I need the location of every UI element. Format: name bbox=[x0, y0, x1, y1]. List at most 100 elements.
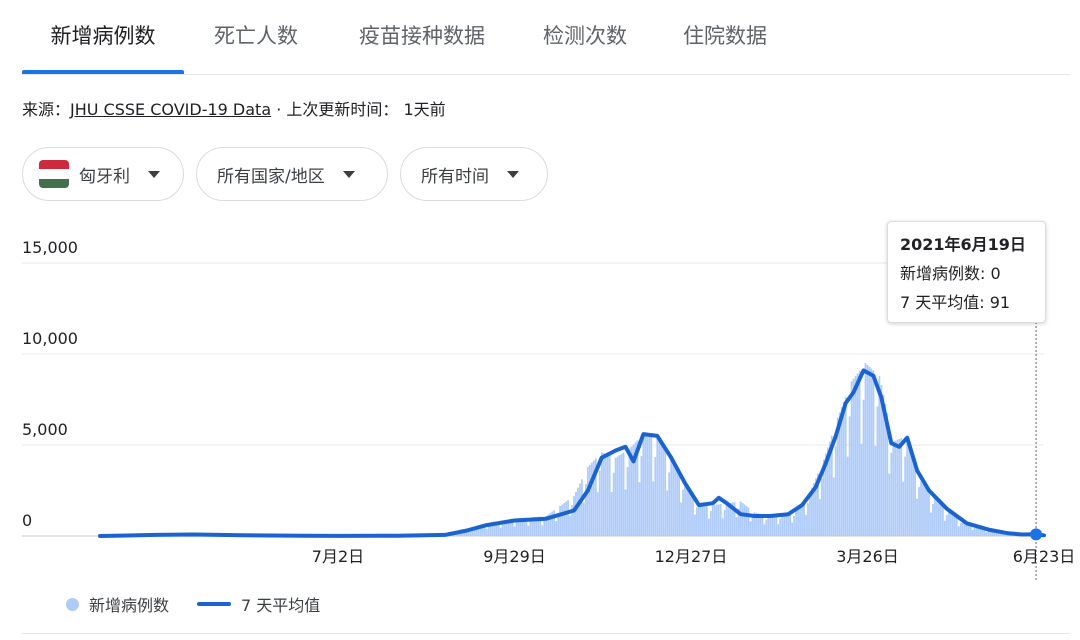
case-bar bbox=[650, 436, 653, 536]
case-bar bbox=[715, 504, 718, 536]
case-bar bbox=[703, 504, 706, 536]
case-bar bbox=[487, 525, 490, 536]
case-bar bbox=[906, 435, 909, 536]
case-bar bbox=[660, 443, 663, 536]
case-bar bbox=[608, 455, 611, 536]
case-bar bbox=[569, 515, 571, 536]
case-bar bbox=[624, 489, 627, 536]
case-bar bbox=[850, 381, 853, 536]
case-bar bbox=[662, 447, 665, 536]
case-bar bbox=[872, 370, 875, 536]
case-bar bbox=[555, 521, 558, 536]
case-bar bbox=[999, 533, 1002, 536]
case-bar bbox=[676, 468, 679, 536]
case-bar bbox=[739, 501, 742, 536]
divider bbox=[22, 633, 1070, 634]
case-bar bbox=[721, 518, 724, 536]
case-bar bbox=[844, 396, 847, 536]
case-bar bbox=[620, 453, 623, 536]
case-bar bbox=[848, 416, 851, 536]
case-bar bbox=[616, 456, 619, 536]
case-bar bbox=[499, 527, 502, 536]
case-bar bbox=[590, 462, 593, 536]
case-bar bbox=[672, 462, 675, 536]
case-bar bbox=[959, 522, 962, 536]
case-bar bbox=[866, 364, 869, 536]
case-bar bbox=[769, 515, 772, 536]
case-bar bbox=[610, 492, 613, 536]
case-bar bbox=[664, 450, 667, 536]
case-bar bbox=[805, 514, 807, 536]
case-bar bbox=[604, 453, 607, 536]
case-bar bbox=[947, 511, 950, 536]
case-bar bbox=[763, 524, 766, 536]
case-bar bbox=[626, 467, 629, 536]
case-bar bbox=[910, 448, 913, 536]
case-bar bbox=[725, 503, 728, 536]
case-bar bbox=[628, 448, 631, 536]
case-bar bbox=[745, 506, 748, 536]
case-bar bbox=[932, 503, 934, 536]
case-bar bbox=[922, 483, 924, 536]
case-bar bbox=[642, 434, 645, 536]
case-bar bbox=[916, 498, 918, 536]
case-bar bbox=[598, 470, 601, 536]
case-bar bbox=[723, 510, 726, 536]
case-bar bbox=[781, 514, 784, 536]
case-bar bbox=[854, 376, 857, 536]
case-bar bbox=[588, 464, 591, 536]
case-bar bbox=[945, 514, 948, 536]
case-bar bbox=[928, 491, 930, 536]
case-bar bbox=[771, 515, 774, 536]
case-bar bbox=[918, 487, 920, 536]
case-bar bbox=[888, 473, 891, 536]
case-bar bbox=[640, 456, 643, 536]
y-tick-label: 5,000 bbox=[22, 420, 68, 439]
case-bar bbox=[743, 504, 746, 536]
case-bar bbox=[820, 478, 823, 536]
case-bar bbox=[926, 488, 928, 536]
case-bar bbox=[727, 502, 730, 536]
case-bar bbox=[902, 481, 905, 536]
case-bar bbox=[840, 407, 843, 536]
case-bar bbox=[920, 481, 922, 536]
case-bar bbox=[779, 518, 782, 536]
case-bar bbox=[567, 500, 569, 536]
case-bar bbox=[795, 510, 797, 536]
case-bar bbox=[924, 486, 926, 536]
case-bar bbox=[797, 507, 799, 536]
case-bar bbox=[581, 479, 583, 536]
case-bar bbox=[559, 505, 561, 536]
case-bar bbox=[807, 503, 809, 536]
case-bar bbox=[612, 472, 615, 536]
case-bar bbox=[852, 378, 855, 536]
hover-point bbox=[1030, 528, 1043, 541]
case-bar bbox=[471, 530, 474, 536]
case-bar bbox=[868, 366, 871, 536]
case-bar bbox=[705, 504, 708, 536]
case-bar bbox=[656, 437, 659, 536]
tooltip-cases: 新增病例数: 0 bbox=[900, 264, 1001, 283]
case-bar bbox=[586, 466, 589, 536]
case-bar bbox=[543, 520, 546, 536]
case-bar bbox=[949, 512, 952, 536]
case-bar bbox=[832, 477, 835, 536]
case-bar bbox=[529, 521, 532, 536]
case-bar bbox=[773, 515, 776, 536]
case-bar bbox=[864, 363, 867, 536]
case-bar bbox=[985, 532, 988, 536]
x-tick-label: 7月2日 bbox=[312, 547, 364, 566]
case-bar bbox=[900, 438, 903, 536]
x-tick-label: 12月27日 bbox=[655, 547, 728, 566]
case-bar bbox=[577, 487, 579, 536]
case-bar bbox=[698, 503, 700, 536]
chart-tooltip: 2021年6月19日 新增病例数: 0 7 天平均值: 91 bbox=[887, 221, 1046, 323]
case-bar bbox=[701, 503, 704, 536]
case-bar bbox=[785, 513, 788, 536]
case-bar bbox=[896, 439, 899, 536]
case-bar bbox=[707, 518, 710, 536]
case-bar bbox=[862, 399, 865, 536]
case-bar bbox=[596, 492, 599, 536]
case-bar bbox=[930, 512, 932, 536]
case-bar bbox=[648, 435, 651, 536]
